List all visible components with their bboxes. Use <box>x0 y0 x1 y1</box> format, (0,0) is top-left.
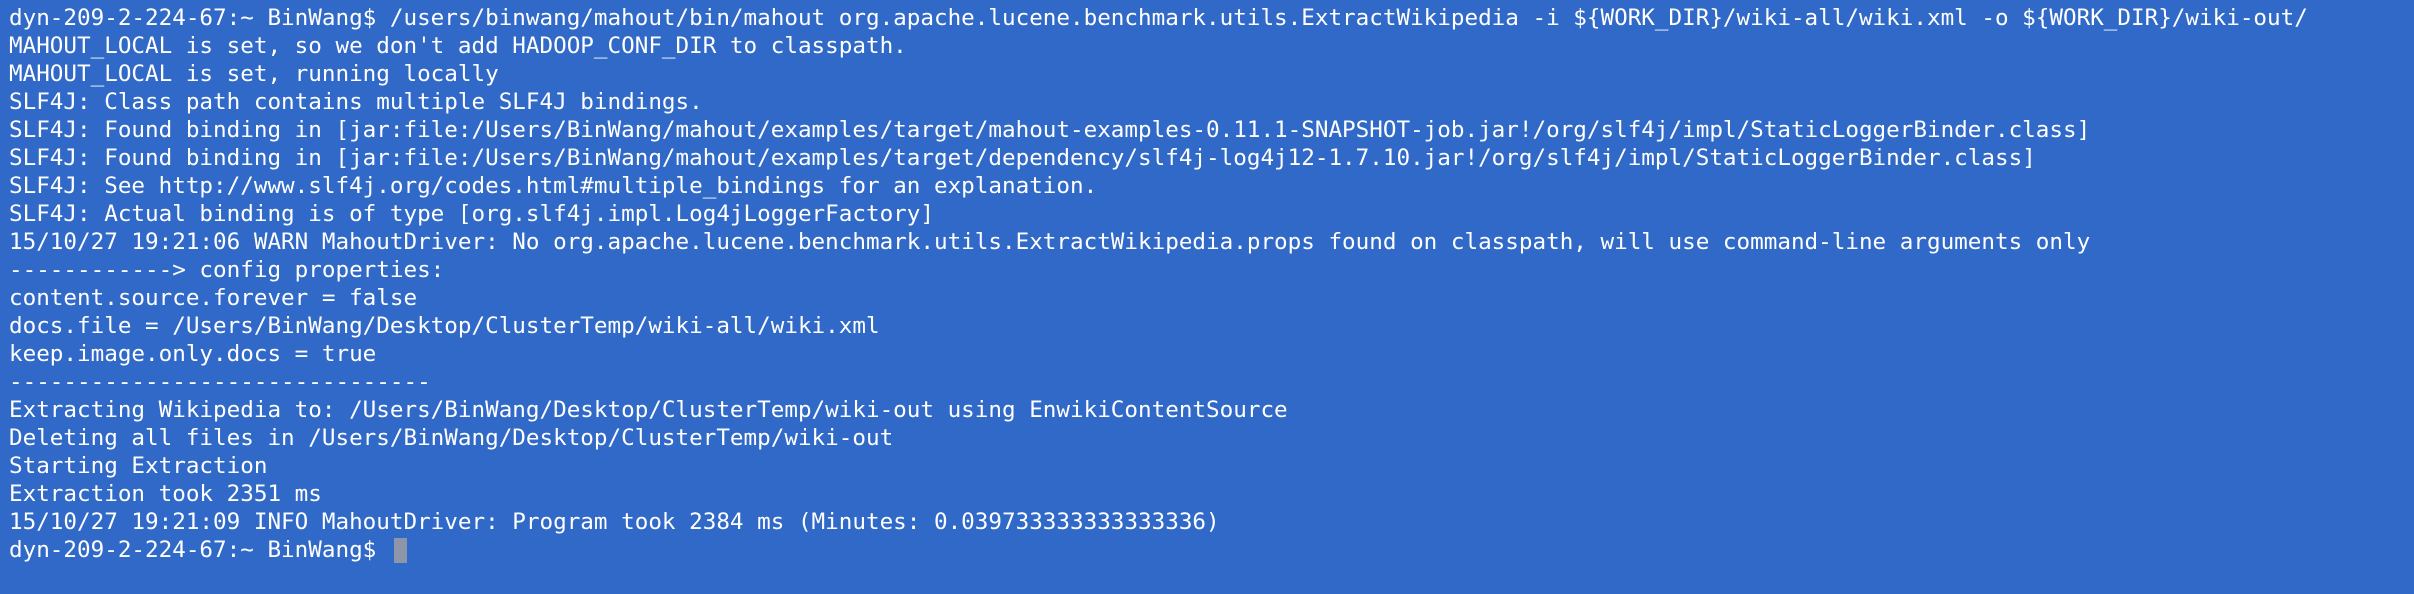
shell-prompt: dyn-209-2-224-67:~ BinWang$ <box>9 537 390 563</box>
output-line: MAHOUT_LOCAL is set, so we don't add HAD… <box>9 33 907 59</box>
terminal-window[interactable]: dyn-209-2-224-67:~ BinWang$ /users/binwa… <box>0 0 2414 594</box>
command-line: dyn-209-2-224-67:~ BinWang$ /users/binwa… <box>9 5 2308 31</box>
output-line: SLF4J: Found binding in [jar:file:/Users… <box>9 145 2036 171</box>
output-line: SLF4J: See http://www.slf4j.org/codes.ht… <box>9 173 1098 199</box>
output-line: Starting Extraction <box>9 453 268 479</box>
output-line: SLF4J: Class path contains multiple SLF4… <box>9 89 703 115</box>
output-line: content.source.forever = false <box>9 285 418 311</box>
output-line: ------------------------------- <box>9 369 431 395</box>
output-line: keep.image.only.docs = true <box>9 341 377 367</box>
output-line: docs.file = /Users/BinWang/Desktop/Clust… <box>9 313 880 339</box>
output-line: 15/10/27 19:21:06 WARN MahoutDriver: No … <box>9 229 2091 255</box>
output-line: ------------> config properties: <box>9 257 445 283</box>
output-line: Extraction took 2351 ms <box>9 481 322 507</box>
output-line: 15/10/27 19:21:09 INFO MahoutDriver: Pro… <box>9 509 1220 535</box>
output-line: MAHOUT_LOCAL is set, running locally <box>9 61 499 87</box>
output-line: Deleting all files in /Users/BinWang/Des… <box>9 425 894 451</box>
text-cursor <box>393 537 407 563</box>
output-line: Extracting Wikipedia to: /Users/BinWang/… <box>9 397 1288 423</box>
output-line: SLF4J: Actual binding is of type [org.sl… <box>9 201 934 227</box>
output-line: SLF4J: Found binding in [jar:file:/Users… <box>9 117 2091 143</box>
prompt-line[interactable]: dyn-209-2-224-67:~ BinWang$ <box>9 536 2414 564</box>
